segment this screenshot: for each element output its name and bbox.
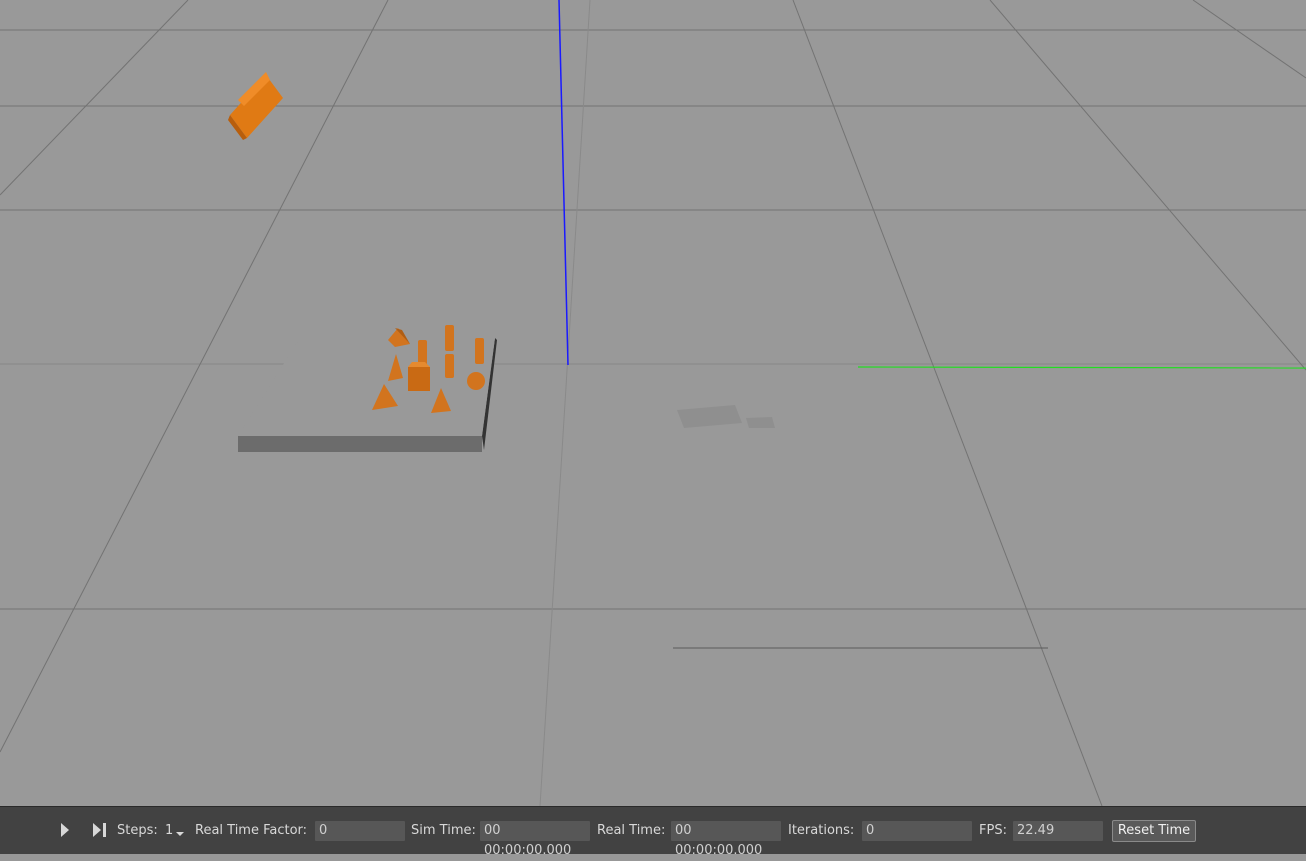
y-axis (857, 366, 1306, 369)
real-time-label: Real Time: (597, 823, 666, 838)
sim-time-label: Sim Time: (411, 823, 476, 838)
scene-render (0, 0, 1306, 806)
fps-label: FPS: (979, 823, 1007, 838)
step-icon[interactable] (93, 823, 109, 837)
sim-time-field: 00 00:00:00.000 (480, 821, 590, 858)
shadow-patch (746, 417, 775, 428)
shadow-patch (677, 405, 742, 428)
fps-field: 22.49 (1013, 821, 1103, 841)
steps-label: Steps: (117, 823, 158, 838)
iterations-field: 0 (862, 821, 972, 841)
simulation-toolbar: Steps: 1 Real Time Factor: 0 Sim Time: 0… (0, 806, 1306, 858)
table (238, 338, 497, 452)
z-axis (558, 0, 569, 366)
real-time-factor-field: 0 (315, 821, 405, 841)
iterations-label: Iterations: (788, 823, 855, 838)
steps-value[interactable]: 1 (165, 821, 173, 841)
real-time-field: 00 00:00:00.000 (671, 821, 781, 858)
reset-time-button[interactable]: Reset Time (1112, 820, 1196, 842)
real-time-factor-label: Real Time Factor: (195, 823, 308, 838)
3d-viewport[interactable] (0, 0, 1306, 806)
chevron-down-icon[interactable] (176, 832, 184, 836)
ground-grid (0, 0, 1306, 806)
play-icon[interactable] (61, 823, 69, 837)
